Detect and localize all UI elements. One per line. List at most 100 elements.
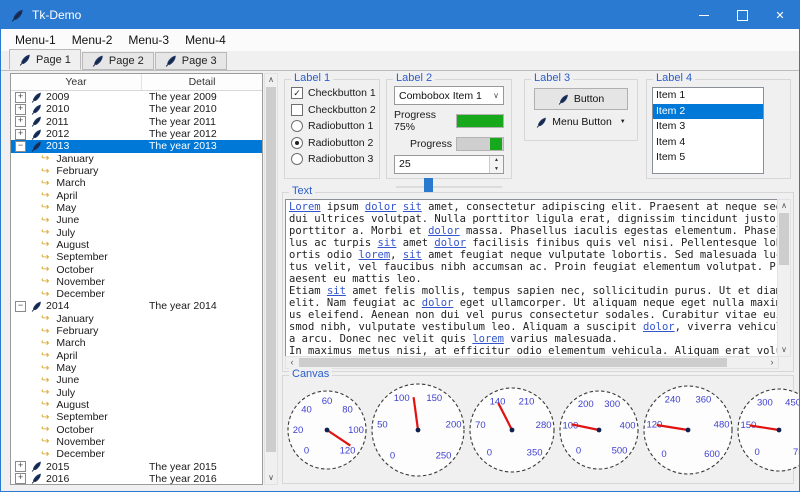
expander-icon[interactable]: + bbox=[15, 129, 26, 140]
text-vscrollbar[interactable]: ∧ ∨ bbox=[777, 199, 791, 357]
scroll-right-icon[interactable]: › bbox=[766, 357, 778, 368]
text-link[interactable]: dolor bbox=[365, 201, 397, 213]
tree-column-year[interactable]: Year bbox=[11, 74, 142, 90]
tree-scrollbar[interactable]: ∧ ∨ bbox=[264, 73, 278, 485]
text-link[interactable]: sit bbox=[403, 249, 422, 261]
radio-icon[interactable] bbox=[291, 137, 303, 149]
close-button[interactable]: ✕ bbox=[761, 1, 799, 29]
tree-row-2013-june[interactable]: ↪June bbox=[11, 214, 262, 226]
tree-row-2014-september[interactable]: ↪September bbox=[11, 411, 262, 423]
button[interactable]: Button bbox=[534, 88, 628, 110]
listbox-item-item-5[interactable]: Item 5 bbox=[653, 150, 763, 166]
scroll-left-icon[interactable]: ‹ bbox=[286, 357, 298, 368]
listbox-item-item-3[interactable]: Item 3 bbox=[653, 119, 763, 135]
minimize-button[interactable] bbox=[685, 1, 723, 29]
scroll-up-icon[interactable]: ∧ bbox=[265, 74, 277, 86]
text-link[interactable]: sit bbox=[378, 237, 397, 249]
tree-row-2014-november[interactable]: ↪November bbox=[11, 436, 262, 448]
tab-page-3[interactable]: Page 3 bbox=[155, 52, 227, 70]
tree-row-2013-january[interactable]: ↪January bbox=[11, 153, 262, 165]
tree-row-2014-april[interactable]: ↪April bbox=[11, 350, 262, 362]
tree-row-2014[interactable]: −2014The year 2014 bbox=[11, 300, 262, 312]
tree-row-2013-july[interactable]: ↪July bbox=[11, 226, 262, 238]
text-link[interactable]: dolor bbox=[428, 225, 460, 237]
checkbox-icon[interactable] bbox=[291, 104, 303, 116]
tab-page-2[interactable]: Page 2 bbox=[82, 52, 154, 70]
tree-row-2011[interactable]: +2011The year 2011 bbox=[11, 116, 262, 128]
expander-icon[interactable]: + bbox=[15, 104, 26, 115]
spin-down-icon[interactable]: ▼ bbox=[490, 165, 503, 174]
tree-row-2009[interactable]: +2009The year 2009 bbox=[11, 91, 262, 103]
expander-icon[interactable]: − bbox=[15, 301, 26, 312]
menu-item-menu-4[interactable]: Menu-4 bbox=[177, 31, 234, 49]
spinbox[interactable]: 25 ▲ ▼ bbox=[394, 155, 504, 174]
expander-icon[interactable]: + bbox=[15, 116, 26, 127]
tree-row-2016[interactable]: +2016The year 2016 bbox=[11, 473, 262, 485]
radiobutton-radiobutton-1[interactable]: Radiobutton 1 bbox=[291, 120, 379, 132]
listbox[interactable]: Item 1Item 2Item 3Item 4Item 5 bbox=[652, 87, 764, 174]
text-link[interactable]: dolor bbox=[643, 321, 675, 333]
menu-item-menu-3[interactable]: Menu-3 bbox=[120, 31, 177, 49]
tree-scrollbar-thumb[interactable] bbox=[266, 87, 276, 452]
checkbox-icon[interactable]: ✓ bbox=[291, 87, 303, 99]
tree-row-2013-march[interactable]: ↪March bbox=[11, 177, 262, 189]
tree-row-2010[interactable]: +2010The year 2010 bbox=[11, 103, 262, 115]
listbox-item-item-4[interactable]: Item 4 bbox=[653, 135, 763, 151]
scroll-down-icon[interactable]: ∨ bbox=[265, 472, 277, 484]
text-link[interactable]: sit bbox=[327, 285, 346, 297]
tree-row-2014-august[interactable]: ↪August bbox=[11, 399, 262, 411]
scroll-up-icon[interactable]: ∧ bbox=[778, 200, 790, 212]
listbox-item-item-2[interactable]: Item 2 bbox=[653, 104, 763, 120]
tree-row-2014-december[interactable]: ↪December bbox=[11, 448, 262, 460]
tree-column-detail[interactable]: Detail bbox=[142, 74, 262, 90]
radio-icon[interactable] bbox=[291, 153, 303, 165]
menu-item-menu-1[interactable]: Menu-1 bbox=[7, 31, 64, 49]
tree-row-2013-february[interactable]: ↪February bbox=[11, 165, 262, 177]
tree-row-2014-july[interactable]: ↪July bbox=[11, 387, 262, 399]
text-link[interactable]: lorem bbox=[359, 249, 391, 261]
text-hscrollbar[interactable]: ‹ › bbox=[285, 356, 779, 369]
spin-up-icon[interactable]: ▲ bbox=[490, 156, 503, 165]
scroll-down-icon[interactable]: ∨ bbox=[778, 344, 790, 356]
listbox-item-item-1[interactable]: Item 1 bbox=[653, 88, 763, 104]
text-widget[interactable]: Lorem ipsum dolor sit amet, consectetur … bbox=[285, 199, 779, 357]
combobox[interactable]: Combobox Item 1 ∨ bbox=[394, 86, 504, 105]
expander-icon[interactable]: − bbox=[15, 141, 26, 152]
tree-row-2014-january[interactable]: ↪January bbox=[11, 313, 262, 325]
menu-button[interactable]: Menu Button ▼ bbox=[534, 116, 628, 128]
tree-row-2013-november[interactable]: ↪November bbox=[11, 276, 262, 288]
menu-item-menu-2[interactable]: Menu-2 bbox=[64, 31, 121, 49]
text-link[interactable]: lorem bbox=[472, 333, 504, 345]
tree-row-2014-october[interactable]: ↪October bbox=[11, 423, 262, 435]
maximize-button[interactable] bbox=[723, 1, 761, 29]
text-vscrollbar-thumb[interactable] bbox=[779, 213, 789, 265]
text-hscrollbar-thumb[interactable] bbox=[299, 358, 727, 367]
expander-icon[interactable]: + bbox=[15, 473, 26, 484]
text-link[interactable]: Lorem bbox=[289, 201, 321, 213]
checkbutton-checkbutton-2[interactable]: Checkbutton 2 bbox=[291, 104, 379, 116]
text-link[interactable]: dolor bbox=[422, 297, 454, 309]
tree-row-2014-june[interactable]: ↪June bbox=[11, 374, 262, 386]
tree-row-2015[interactable]: +2015The year 2015 bbox=[11, 460, 262, 472]
text-link[interactable]: sit bbox=[403, 201, 422, 213]
expander-icon[interactable]: + bbox=[15, 92, 26, 103]
tree-row-2013-september[interactable]: ↪September bbox=[11, 251, 262, 263]
expander-icon[interactable]: + bbox=[15, 461, 26, 472]
tree-row-2013-april[interactable]: ↪April bbox=[11, 190, 262, 202]
text-link[interactable]: dolor bbox=[434, 237, 466, 249]
tree-row-2013-october[interactable]: ↪October bbox=[11, 263, 262, 275]
tree-row-2012[interactable]: +2012The year 2012 bbox=[11, 128, 262, 140]
checkbutton-checkbutton-1[interactable]: ✓Checkbutton 1 bbox=[291, 87, 379, 99]
tree-row-2013-december[interactable]: ↪December bbox=[11, 288, 262, 300]
tree-row-2014-february[interactable]: ↪February bbox=[11, 325, 262, 337]
tree-row-2013[interactable]: −2013The year 2013 bbox=[11, 140, 262, 152]
tab-page-1[interactable]: Page 1 bbox=[9, 49, 81, 70]
tree-row-2014-march[interactable]: ↪March bbox=[11, 337, 262, 349]
chevron-down-icon[interactable]: ∨ bbox=[493, 91, 499, 100]
tree-row-2014-may[interactable]: ↪May bbox=[11, 362, 262, 374]
radiobutton-radiobutton-2[interactable]: Radiobutton 2 bbox=[291, 137, 379, 149]
radiobutton-radiobutton-3[interactable]: Radiobutton 3 bbox=[291, 153, 379, 165]
radio-icon[interactable] bbox=[291, 120, 303, 132]
tree-row-2013-may[interactable]: ↪May bbox=[11, 202, 262, 214]
tree-row-2013-august[interactable]: ↪August bbox=[11, 239, 262, 251]
